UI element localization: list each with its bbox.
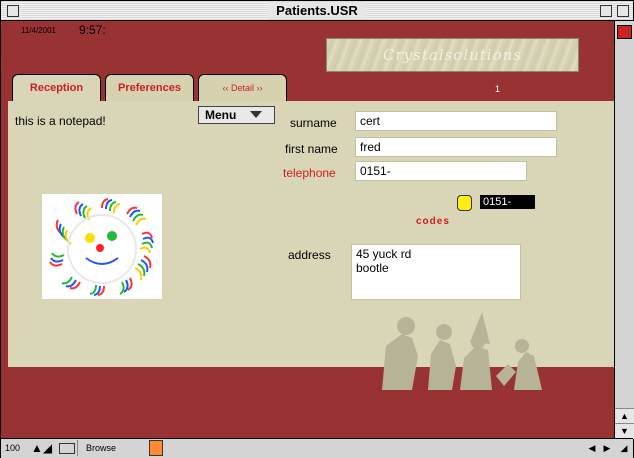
close-box-icon[interactable]: [7, 5, 19, 17]
page-number: 1: [495, 84, 501, 94]
window: Patients.USR 11/4/2001 9:57: Crystalsolu…: [0, 0, 634, 458]
crystalsolutions-logo: Crystalsolutions: [326, 38, 579, 72]
surname-label: surname: [290, 116, 337, 130]
vertical-scrollbar[interactable]: ▲ ▼: [614, 21, 634, 439]
scroll-left-arrow-icon[interactable]: ◀: [585, 440, 599, 456]
address-field[interactable]: 45 yuck rd bootle: [351, 244, 521, 300]
zoom-controls-icon[interactable]: ▲◢: [31, 440, 59, 456]
sun-drawing-image: [42, 194, 162, 299]
scroll-up-arrow-icon[interactable]: ▲: [615, 408, 634, 424]
scroll-right-arrow-icon[interactable]: ▶: [600, 440, 614, 456]
scroll-down-arrow-icon[interactable]: ▼: [615, 423, 634, 439]
tab-preferences[interactable]: Preferences: [105, 74, 194, 102]
figures-silhouette-image: [382, 312, 542, 390]
tab-reception[interactable]: Reception: [12, 74, 101, 104]
menu-button[interactable]: Menu: [198, 106, 275, 124]
tab-detail[interactable]: ‹‹ Detail ››: [198, 74, 287, 102]
codes-label: codes: [416, 216, 450, 227]
title-bar[interactable]: Patients.USR: [1, 1, 633, 21]
time-display: 9:57:: [79, 23, 106, 37]
surname-field[interactable]: cert: [355, 111, 557, 131]
codes-indicator[interactable]: [457, 195, 472, 211]
zoom-percentage[interactable]: 100: [5, 440, 20, 456]
layout-area: 11/4/2001 9:57: Crystalsolutions Recepti…: [1, 21, 614, 438]
telephone-field[interactable]: 0151-: [355, 161, 527, 181]
resize-grip-icon[interactable]: ◢: [617, 440, 631, 456]
notepad-text[interactable]: this is a notepad!: [15, 114, 106, 128]
scroll-thumb[interactable]: [617, 25, 632, 39]
zoom-box-icon[interactable]: [600, 5, 612, 17]
date-display: 11/4/2001: [21, 26, 56, 35]
menu-button-label: Menu: [205, 108, 237, 122]
mode-indicator[interactable]: Browse: [77, 440, 156, 456]
collapse-box-icon[interactable]: [617, 5, 629, 17]
status-area-icon[interactable]: [59, 443, 75, 454]
chevron-down-icon: [250, 111, 262, 118]
address-label: address: [288, 248, 331, 262]
hscroll-thumb[interactable]: [149, 440, 163, 456]
status-bar: 100 ▲◢ Browse ◀ ▶ ◢: [1, 438, 633, 458]
telephone-label: telephone: [283, 166, 336, 180]
reception-panel: this is a notepad! Menu surname cert fir…: [8, 101, 614, 390]
first-name-label: first name: [285, 142, 338, 156]
codes-field[interactable]: 0151-: [480, 195, 535, 209]
first-name-field[interactable]: fred: [355, 137, 557, 157]
window-title: Patients.USR: [268, 2, 366, 19]
